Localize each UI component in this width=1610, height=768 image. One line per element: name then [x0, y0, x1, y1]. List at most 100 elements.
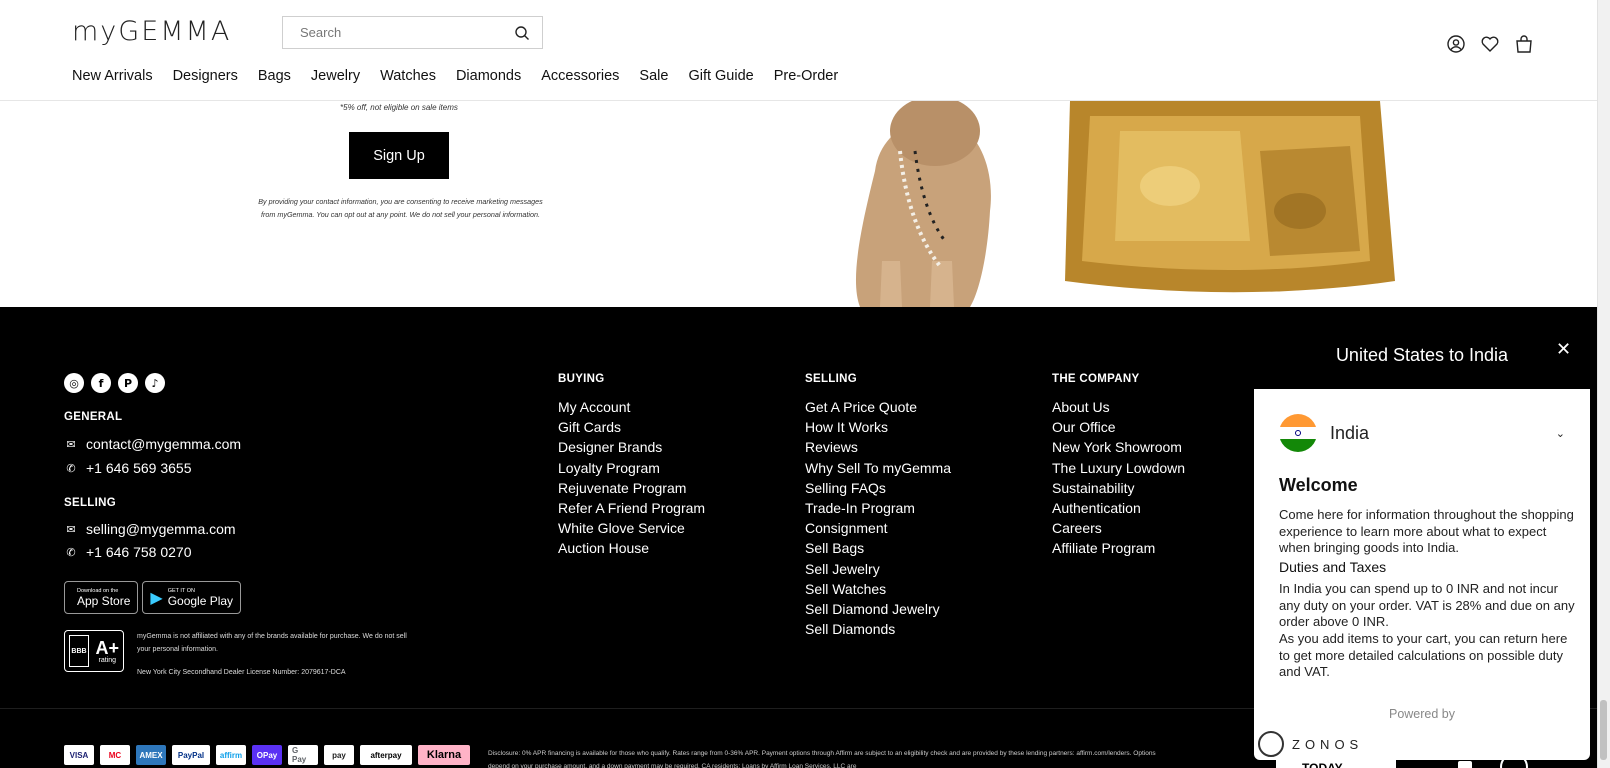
buying-links: My Account Gift Cards Designer Brands Lo…: [558, 397, 705, 559]
shopping-bag-icon[interactable]: [1514, 34, 1534, 54]
footer-link-affiliate-program[interactable]: Affiliate Program: [1052, 538, 1185, 558]
facebook-icon[interactable]: f: [91, 373, 111, 393]
search-input[interactable]: [300, 25, 514, 40]
mail-icon: ✉: [66, 438, 76, 451]
footer-link-careers[interactable]: Careers: [1052, 518, 1185, 538]
wishlist-heart-icon[interactable]: [1480, 34, 1500, 54]
newsletter-hero: *5% off, not eligible on sale items Sign…: [0, 101, 1597, 307]
footer-link-gift-cards[interactable]: Gift Cards: [558, 417, 705, 437]
nav-gift-guide[interactable]: Gift Guide: [688, 68, 753, 84]
pinterest-icon[interactable]: P: [118, 373, 138, 393]
instagram-icon[interactable]: ◎: [64, 373, 84, 393]
footer-link-white-glove-service[interactable]: White Glove Service: [558, 518, 705, 538]
footer-link-refer-a-friend[interactable]: Refer A Friend Program: [558, 498, 705, 518]
site-logo[interactable]: myGEMMA: [72, 16, 231, 47]
affirm-icon: affirm: [216, 745, 246, 765]
footer-link-sell-watches[interactable]: Sell Watches: [805, 579, 951, 599]
footer-link-consignment[interactable]: Consignment: [805, 518, 951, 538]
site-header: myGEMMA New Arrivals Designers Bags Jewe…: [0, 0, 1597, 101]
footer-link-sell-diamonds[interactable]: Sell Diamonds: [805, 619, 951, 639]
welcome-text: Come here for information throughout the…: [1279, 507, 1574, 556]
general-email[interactable]: ✉ contact@mygemma.com: [64, 436, 241, 452]
paypal-icon: PayPal: [172, 745, 210, 765]
footer-link-about-us[interactable]: About Us: [1052, 397, 1185, 417]
search-icon[interactable]: [514, 25, 530, 41]
affirm-disclosure: Disclosure: 0% APR financing is availabl…: [488, 750, 1156, 768]
nav-jewelry[interactable]: Jewelry: [311, 68, 360, 84]
footer-link-rejuvenate-program[interactable]: Rejuvenate Program: [558, 478, 705, 498]
page-scrollbar[interactable]: [1597, 0, 1610, 768]
close-icon[interactable]: ✕: [1556, 339, 1571, 360]
general-phone[interactable]: ✆ +1 646 569 3655: [64, 460, 191, 476]
chat-icon[interactable]: [1458, 761, 1472, 768]
india-flag-icon: [1279, 414, 1317, 452]
nav-diamonds[interactable]: Diamonds: [456, 68, 521, 84]
footer-link-sell-diamond-jewelry[interactable]: Sell Diamond Jewelry: [805, 599, 951, 619]
nav-pre-order[interactable]: Pre-Order: [774, 68, 838, 84]
footer-link-sell-bags[interactable]: Sell Bags: [805, 538, 951, 558]
footer-link-my-account[interactable]: My Account: [558, 397, 705, 417]
nav-new-arrivals[interactable]: New Arrivals: [72, 68, 153, 84]
footer-link-reviews[interactable]: Reviews: [805, 437, 951, 457]
footer-link-trade-in[interactable]: Trade-In Program: [805, 498, 951, 518]
zonos-panel: India ⌄ Welcome Come here for informatio…: [1254, 389, 1590, 760]
footer-link-authentication[interactable]: Authentication: [1052, 498, 1185, 518]
zonos-logo[interactable]: ZONOS: [1258, 731, 1363, 757]
duties-heading: Duties and Taxes: [1279, 559, 1387, 575]
zonos-logo-icon: [1258, 731, 1284, 757]
nav-designers[interactable]: Designers: [173, 68, 238, 84]
footer-link-ny-showroom[interactable]: New York Showroom: [1052, 437, 1185, 457]
footer-link-auction-house[interactable]: Auction House: [558, 538, 705, 558]
app-store-badges: Download on the App Store ▶ GET IT ON Goog…: [64, 581, 242, 614]
footer-link-our-office[interactable]: Our Office: [1052, 417, 1185, 437]
nav-bags[interactable]: Bags: [258, 68, 291, 84]
affiliation-disclaimer: myGemma is not affiliated with any of th…: [137, 633, 407, 653]
visa-icon: VISA: [64, 745, 94, 765]
welcome-heading: Welcome: [1279, 475, 1358, 495]
sign-up-button[interactable]: Sign Up: [349, 132, 449, 179]
zonos-shipping-widget: United States to India ✕ India ⌄ Welcome…: [1254, 321, 1590, 760]
social-links: ◎ f P ♪: [64, 373, 165, 393]
general-heading: GENERAL: [64, 411, 123, 423]
account-icon[interactable]: [1446, 34, 1466, 54]
bbb-seal-icon: BBB: [69, 635, 89, 667]
zonos-brand: ZONOS: [1292, 736, 1364, 752]
footer-link-designer-brands[interactable]: Designer Brands: [558, 437, 705, 457]
footer-link-how-it-works[interactable]: How It Works: [805, 417, 951, 437]
app-store-button[interactable]: Download on the App Store: [64, 581, 139, 614]
selling-contact-heading: SELLING: [64, 497, 116, 509]
google-play-icon: ▶: [150, 589, 163, 607]
selling-links-heading: SELLING: [805, 373, 857, 385]
footer-link-loyalty-program[interactable]: Loyalty Program: [558, 458, 705, 478]
main-nav: New Arrivals Designers Bags Jewelry Watc…: [72, 68, 858, 84]
mastercard-icon: MC: [100, 745, 130, 765]
footer-link-sustainability[interactable]: Sustainability: [1052, 478, 1185, 498]
bbb-rating-label: rating: [98, 656, 116, 664]
scrollbar-thumb[interactable]: [1600, 700, 1607, 760]
tiktok-icon[interactable]: ♪: [145, 373, 165, 393]
selling-phone[interactable]: ✆ +1 646 758 0270: [64, 544, 191, 560]
zonos-title: United States to India: [1335, 345, 1509, 365]
nav-sale[interactable]: Sale: [639, 68, 668, 84]
hero-image-dog-with-gold-bag: [820, 101, 1597, 307]
footer-link-why-sell[interactable]: Why Sell To myGemma: [805, 458, 951, 478]
footer-link-sell-jewelry[interactable]: Sell Jewelry: [805, 559, 951, 579]
company-heading: THE COMPANY: [1052, 373, 1140, 385]
afterpay-icon: afterpay: [360, 745, 412, 765]
bbb-rating-badge[interactable]: BBB A+ rating: [64, 630, 124, 672]
klarna-icon: Klarna: [418, 745, 470, 765]
search-box[interactable]: [282, 16, 543, 49]
footer-link-selling-faqs[interactable]: Selling FAQs: [805, 478, 951, 498]
mail-icon: ✉: [66, 523, 76, 536]
nav-watches[interactable]: Watches: [380, 68, 436, 84]
selling-email[interactable]: ✉ selling@mygemma.com: [64, 521, 235, 537]
footer-link-luxury-lowdown[interactable]: The Luxury Lowdown: [1052, 458, 1185, 478]
payment-methods: VISA MC AMEX PayPal affirm OPay G Pay pa…: [64, 745, 470, 765]
selling-links: Get A Price Quote How It Works Reviews W…: [805, 397, 951, 639]
google-play-button[interactable]: ▶ GET IT ON Google Play: [142, 581, 242, 614]
nav-accessories[interactable]: Accessories: [541, 68, 619, 84]
consent-text: By providing your contact information, y…: [258, 197, 543, 219]
country-select[interactable]: India ⌄: [1279, 413, 1565, 453]
duties-text: In India you can spend up to 0 INR and n…: [1279, 581, 1575, 630]
footer-link-price-quote[interactable]: Get A Price Quote: [805, 397, 951, 417]
